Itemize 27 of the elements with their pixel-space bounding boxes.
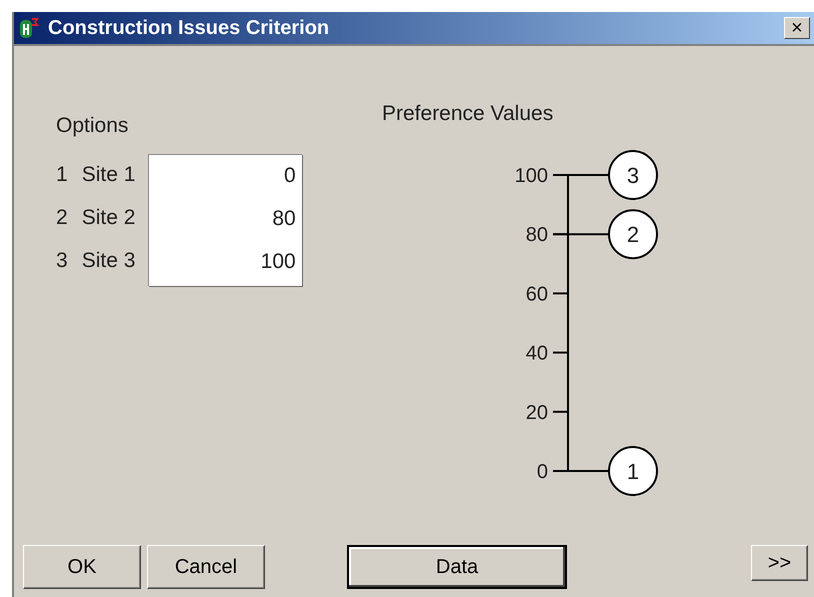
tick-mark	[553, 351, 568, 354]
close-button[interactable]: ×	[784, 17, 810, 39]
dialog-button[interactable]: OK	[23, 545, 141, 589]
tick-label: 60	[526, 282, 548, 305]
option-number: 1	[56, 162, 68, 188]
option-name: Site 2	[82, 205, 136, 232]
tick-label: 20	[526, 401, 548, 424]
option-name: Site 1	[82, 162, 136, 188]
option-name: Site 3	[82, 248, 136, 274]
tick-mark	[553, 410, 568, 412]
tick-label: 0	[536, 460, 548, 482]
value-cell[interactable]: 100	[148, 240, 296, 284]
options-label: Options	[56, 113, 130, 139]
tick-mark	[553, 292, 568, 294]
expand-button[interactable]: >>	[751, 545, 808, 581]
value-cell[interactable]: 80	[148, 198, 296, 240]
tick-label: 80	[526, 224, 548, 246]
tick-label: 100	[514, 164, 548, 186]
dialog-button[interactable]: Cancel	[147, 545, 265, 589]
tick-label: 40	[526, 342, 548, 364]
app-logo-icon	[18, 16, 42, 40]
option-number: 2	[56, 205, 68, 232]
value-cell[interactable]: 0	[148, 154, 296, 198]
option-number: 3	[56, 248, 68, 274]
chart-title: Preference Values	[382, 101, 554, 127]
window-title: Construction Issues Criterion	[48, 16, 330, 41]
dialog-button[interactable]: Data	[347, 545, 567, 589]
